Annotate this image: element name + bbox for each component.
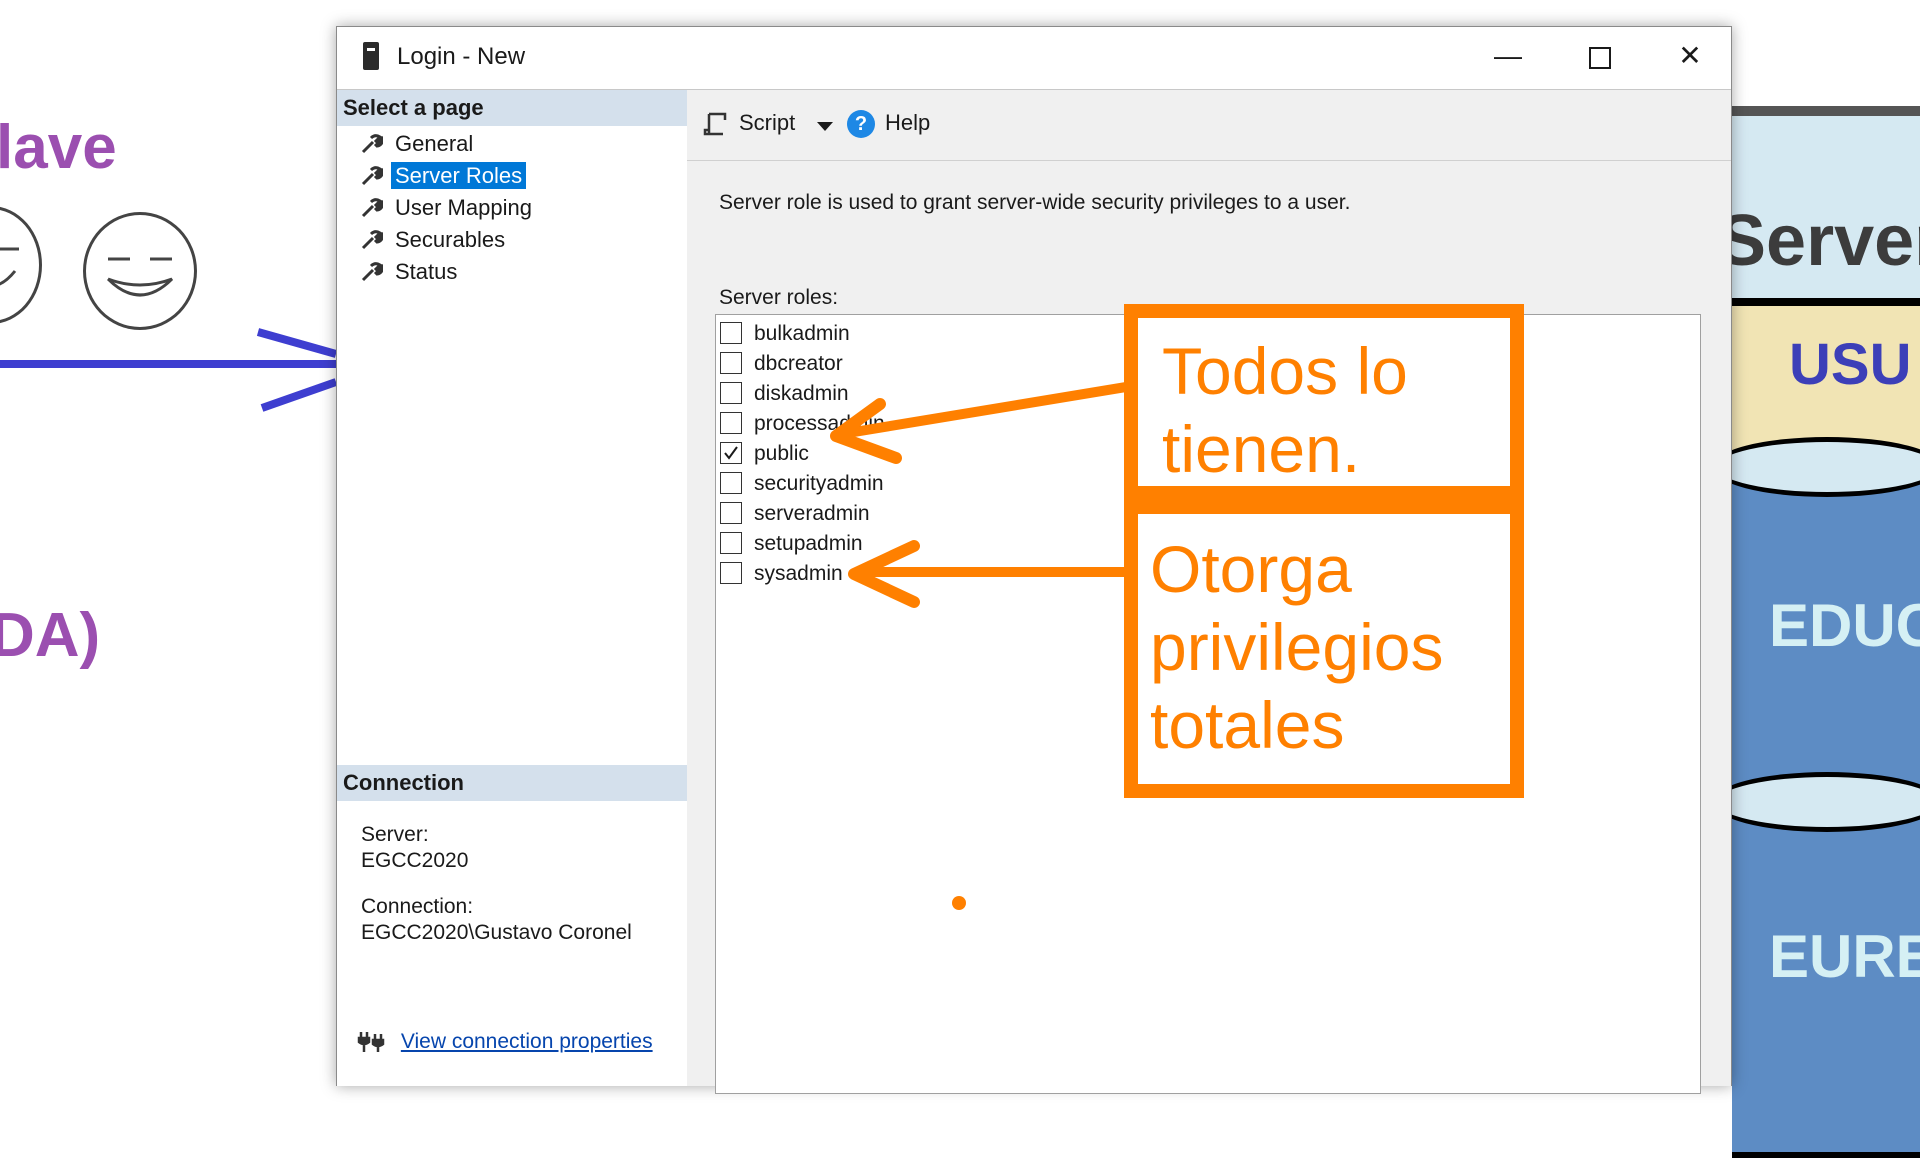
role-name: dbcreator <box>754 352 843 375</box>
role-name: securityadmin <box>754 472 884 495</box>
page-item-user-mapping[interactable]: User Mapping <box>351 192 536 224</box>
minimize-button[interactable]: — <box>1463 27 1553 89</box>
role-checkbox[interactable] <box>720 472 742 494</box>
page-item-label: Server Roles <box>391 162 527 189</box>
script-icon[interactable] <box>703 110 729 138</box>
server-roles-label: Server roles: <box>719 286 839 309</box>
maximize-button[interactable] <box>1555 27 1645 89</box>
wrench-icon <box>361 262 383 282</box>
page-list: General Server Roles User Mapping Secura… <box>351 128 536 288</box>
wrench-icon <box>361 198 383 218</box>
wrench-icon <box>361 166 383 186</box>
role-name: bulkadmin <box>754 322 850 345</box>
help-icon[interactable]: ? <box>847 110 875 138</box>
title-bar[interactable]: Login - New — ✕ <box>337 27 1731 89</box>
role-name: setupadmin <box>754 532 863 555</box>
close-button[interactable]: ✕ <box>1645 27 1735 89</box>
view-connection-properties-link[interactable]: View connection properties <box>401 1030 653 1053</box>
slide-diagram-right: Server USU EDUC EURE <box>1712 106 1920 1158</box>
connection-label: Connection: <box>361 895 474 918</box>
connection-header: Connection <box>337 765 687 801</box>
role-name: sysadmin <box>754 562 843 585</box>
connection-user-info: Connection: EGCC2020\Gustavo Coronel <box>361 894 632 946</box>
page-item-label: Securables <box>395 227 506 252</box>
smiley-face-icon <box>0 206 42 324</box>
slide-text-left-2: DA) <box>0 601 101 670</box>
role-checkbox[interactable] <box>720 322 742 344</box>
slide-server-title: Server <box>1718 201 1920 281</box>
page-item-label: General <box>395 131 474 156</box>
page-item-label: User Mapping <box>395 195 532 220</box>
login-new-dialog: Login - New — ✕ Select a page General Se… <box>336 26 1732 1094</box>
script-dropdown-icon[interactable] <box>817 122 833 131</box>
connection-value: EGCC2020\Gustavo Coronel <box>361 921 632 944</box>
role-checkbox[interactable] <box>720 502 742 524</box>
role-checkbox-checked[interactable] <box>720 442 742 464</box>
slide-text-left: lave <box>0 113 117 182</box>
database-cylinder-icon-2: EURE <box>1712 772 1920 1158</box>
role-name: public <box>754 442 809 465</box>
server-roles-pane: Script ? Help Server role is used to gra… <box>687 89 1731 1094</box>
script-button[interactable]: Script <box>739 110 795 136</box>
blue-arrow-icon <box>0 328 338 412</box>
select-page-pane: Select a page General Server Roles User … <box>337 89 688 1086</box>
server-value: EGCC2020 <box>361 849 469 872</box>
page-item-server-roles[interactable]: Server Roles <box>351 160 536 192</box>
role-name: diskadmin <box>754 382 849 405</box>
wrench-icon <box>361 134 383 154</box>
wrench-icon <box>361 230 383 250</box>
role-checkbox[interactable] <box>720 382 742 404</box>
role-checkbox[interactable] <box>720 352 742 374</box>
role-name: serveradmin <box>754 502 870 525</box>
select-page-header: Select a page <box>337 90 687 126</box>
role-name: processadmin <box>754 412 885 435</box>
server-role-description: Server role is used to grant server-wide… <box>719 191 1351 214</box>
help-button[interactable]: Help <box>885 110 930 136</box>
page-item-label: Status <box>395 259 458 284</box>
server-roles-list[interactable]: bulkadmin dbcreator diskadmin processadm… <box>715 314 1701 1094</box>
database-cylinder-icon: EDUC <box>1712 437 1920 813</box>
slide-users-label: USU <box>1789 332 1912 397</box>
connection-server-info: Server: EGCC2020 <box>361 822 468 874</box>
database-label-2: EURE <box>1769 923 1920 990</box>
page-item-securables[interactable]: Securables <box>351 224 536 256</box>
role-checkbox[interactable] <box>720 412 742 434</box>
toolbar: Script ? Help <box>687 90 1731 161</box>
window-title: Login - New <box>397 43 526 70</box>
page-item-status[interactable]: Status <box>351 256 536 288</box>
page-item-general[interactable]: General <box>351 128 536 160</box>
smiley-face-icon-2 <box>83 212 197 330</box>
connection-plug-icon <box>357 1032 385 1053</box>
server-icon <box>363 42 379 70</box>
role-checkbox[interactable] <box>720 532 742 554</box>
role-checkbox[interactable] <box>720 562 742 584</box>
database-label: EDUC <box>1769 592 1920 659</box>
checkmark-icon <box>724 446 738 460</box>
view-connection-properties-row: View connection properties <box>357 1030 653 1054</box>
maximize-icon <box>1589 46 1611 69</box>
server-label: Server: <box>361 823 429 846</box>
